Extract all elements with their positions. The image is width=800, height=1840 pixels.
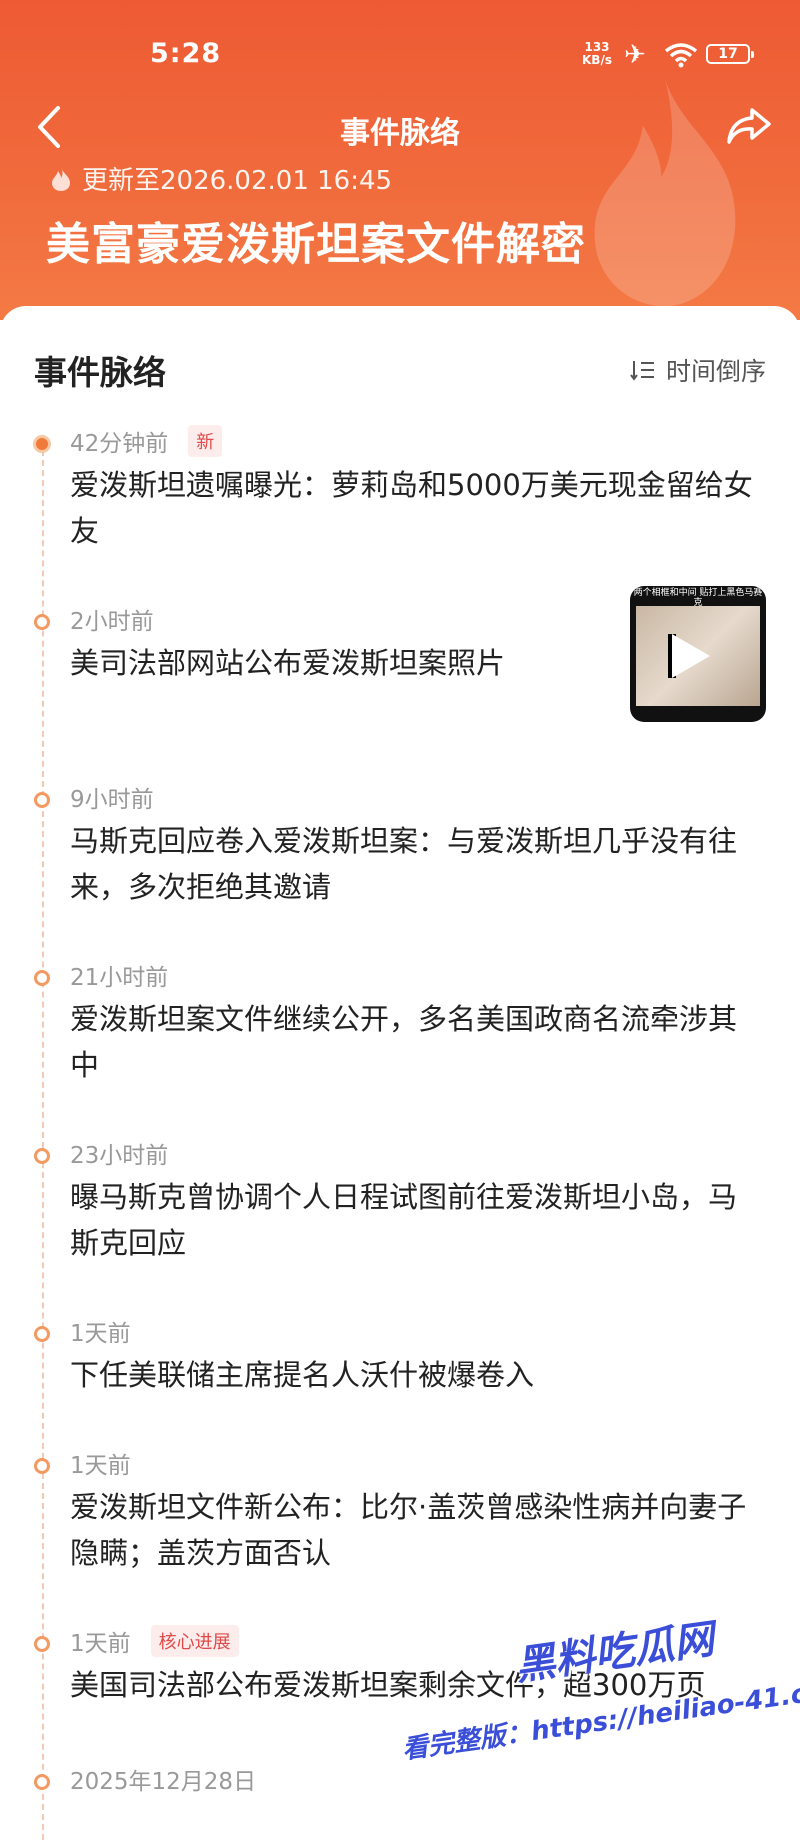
update-time: 更新至2026.02.01 16:45 <box>50 160 392 197</box>
timeline-dot <box>34 1326 50 1342</box>
item-text: 马斯克回应卷入爱泼斯坦案：与爱泼斯坦几乎没有往来，多次拒绝其邀请 <box>70 824 738 904</box>
item-time: 2025年12月28日 <box>70 1769 257 1795</box>
item-time: 1天前 <box>70 1321 131 1347</box>
airplane-icon: ✈ <box>624 40 646 70</box>
item-time: 1天前 <box>70 1631 131 1657</box>
core-progress-badge: 核心进展 <box>150 1625 239 1657</box>
network-speed: 133 KB/s <box>582 40 612 67</box>
video-thumbnail[interactable]: 两个相框和中间 贴打上黑色马赛克 <box>630 586 766 722</box>
new-badge: 新 <box>188 425 223 457</box>
item-text: 曝马斯克曾协调个人日程试图前往爱泼斯坦小岛，马斯克回应 <box>70 1180 738 1260</box>
item-text: 爱泼斯坦遗嘱曝光：萝莉岛和5000万美元现金留给女友 <box>70 468 753 548</box>
item-text: 爱泼斯坦案文件继续公开，多名美国政商名流牵涉其中 <box>70 1002 738 1082</box>
sort-icon <box>630 361 654 381</box>
timeline-card: 事件脉络 时间倒序 42分钟前 新 爱泼斯坦遗嘱曝光：萝莉岛和5000万美元现金… <box>0 306 800 1840</box>
nav-bar: 事件脉络 <box>0 100 800 156</box>
timeline-dot <box>34 1458 50 1474</box>
sort-toggle[interactable]: 时间倒序 <box>630 352 766 388</box>
item-time: 21小时前 <box>70 965 169 991</box>
timeline-dot <box>34 792 50 808</box>
item-text: 美司法部网站公布爱泼斯坦案照片 <box>70 646 506 680</box>
battery-indicator: 17 <box>706 44 754 64</box>
status-bar: 5:28 133 KB/s ✈ 17 <box>0 38 800 78</box>
item-time: 9小时前 <box>70 787 154 813</box>
timeline-dot <box>34 1636 50 1652</box>
timeline-line <box>42 440 44 1840</box>
wifi-icon <box>664 43 698 68</box>
section-title: 事件脉络 <box>34 353 166 392</box>
topic-title: 美富豪爱泼斯坦案文件解密 <box>46 219 586 270</box>
item-text: 下任美联储主席提名人沃什被爆卷入 <box>70 1358 535 1392</box>
item-time: 1天前 <box>70 1453 131 1479</box>
item-time: 2小时前 <box>70 609 154 635</box>
timeline-dot <box>33 435 51 453</box>
item-time: 42分钟前 <box>70 431 169 457</box>
thumbnail-caption: 两个相框和中间 贴打上黑色马赛克 <box>633 588 763 608</box>
timeline-dot <box>34 1774 50 1790</box>
page-title: 事件脉络 <box>340 116 460 151</box>
item-text: 爱泼斯坦文件新公布：比尔·盖茨曾感染性病并向妻子隐瞒；盖茨方面否认 <box>70 1490 747 1570</box>
flame-icon <box>52 166 70 191</box>
item-time: 23小时前 <box>70 1143 169 1169</box>
timeline-dot <box>34 1148 50 1164</box>
timeline-dot <box>34 970 50 986</box>
header: 5:28 133 KB/s ✈ 17 事件脉络 更新至2026.02.01 16… <box>0 0 800 320</box>
timeline-dot <box>34 614 50 630</box>
play-icon <box>672 634 710 678</box>
share-icon[interactable] <box>726 106 772 146</box>
clock: 5:28 <box>150 38 222 69</box>
